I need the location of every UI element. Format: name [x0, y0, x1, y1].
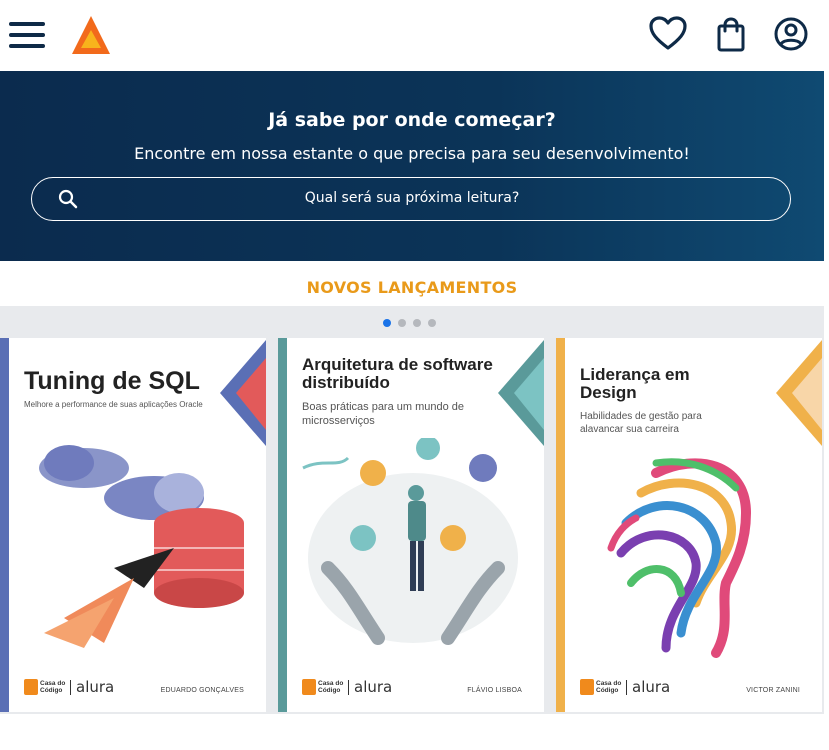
- carousel-dot[interactable]: [398, 319, 406, 327]
- book-illustration: [302, 438, 518, 645]
- search-placeholder: Qual será sua próxima leitura?: [304, 190, 520, 206]
- next-section-card: [16, 738, 806, 750]
- carousel-dot[interactable]: [428, 319, 436, 327]
- book-subtitle: Boas práticas para um mundo de microsser…: [302, 401, 465, 428]
- shopping-bag-icon[interactable]: [711, 14, 751, 54]
- carousel-dots: [383, 319, 443, 327]
- hero-subtitle: Encontre em nossa estante o que precisa …: [134, 144, 690, 163]
- hero-title: Já sabe por onde começar?: [268, 109, 556, 131]
- book-illustration: [607, 458, 752, 658]
- book-stripe: [278, 338, 287, 712]
- hamburger-menu-icon[interactable]: [9, 22, 46, 48]
- book-subtitle: Habilidades de gestão para alavancar sua…: [580, 411, 702, 435]
- publisher-logo: Casa do Código alura: [302, 678, 392, 698]
- publisher-logo: Casa do Código alura: [580, 678, 670, 698]
- book-carousel[interactable]: Tuning de SQL Melhore a performance de s…: [0, 306, 824, 714]
- book-card-lideranca[interactable]: Liderança em Design Habilidades de gestã…: [556, 338, 822, 712]
- book-author: FLÁVIO LISBOA: [467, 687, 522, 694]
- book-card-tuning-sql[interactable]: Tuning de SQL Melhore a performance de s…: [0, 338, 266, 712]
- hero-banner: Já sabe por onde começar? Encontre em no…: [0, 71, 824, 261]
- book-title: Liderança em Design: [580, 365, 690, 402]
- book-stripe: [556, 338, 565, 712]
- top-header: [0, 0, 829, 71]
- book-card-arquitetura[interactable]: Arquitetura de software distribuído Boas…: [278, 338, 544, 712]
- book-title: Arquitetura de software distribuído: [302, 355, 493, 392]
- section-title: NOVOS LANÇAMENTOS: [306, 278, 518, 297]
- user-circle-icon[interactable]: [771, 14, 811, 54]
- book-author: VICTOR ZANINI: [746, 687, 800, 694]
- carousel-dot[interactable]: [413, 319, 421, 327]
- search-input[interactable]: Qual será sua próxima leitura?: [31, 177, 791, 221]
- book-corner-accent: [776, 340, 822, 446]
- book-subtitle: Melhore a performance de suas aplicações…: [24, 400, 203, 409]
- book-title: Tuning de SQL: [24, 367, 200, 395]
- publisher-logo: Casa do Código alura: [24, 678, 114, 698]
- heart-icon[interactable]: [648, 14, 688, 54]
- book-author: EDUARDO GONÇALVES: [160, 687, 244, 694]
- triangle-logo[interactable]: [70, 14, 112, 56]
- book-stripe: [0, 338, 9, 712]
- page: Já sabe por onde começar? Encontre em no…: [0, 0, 829, 750]
- carousel-dot[interactable]: [383, 319, 391, 327]
- book-illustration: [39, 445, 244, 648]
